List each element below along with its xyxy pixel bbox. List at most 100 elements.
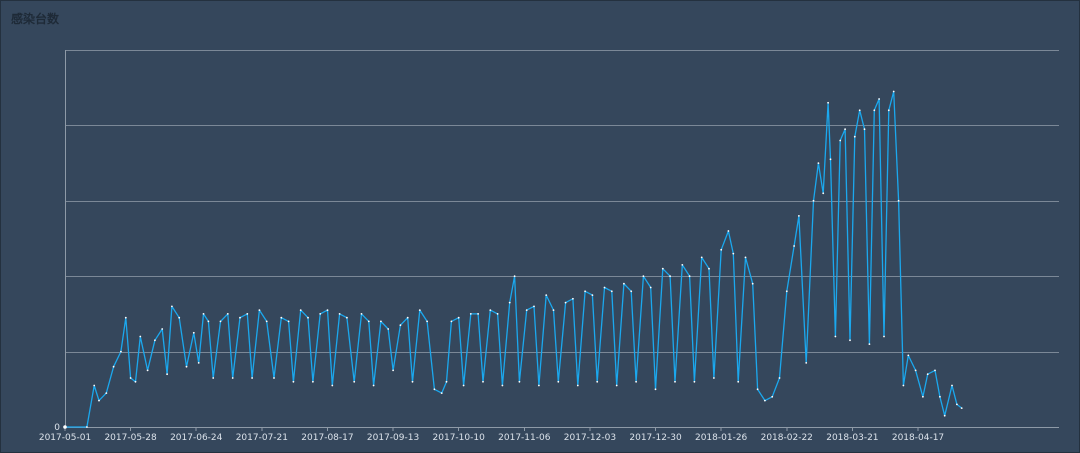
data-point [331, 384, 334, 387]
data-point [839, 139, 842, 142]
data-point [610, 290, 613, 293]
data-point [926, 373, 929, 376]
data-point [829, 158, 832, 161]
x-tick-label: 2018-01-26 [695, 433, 748, 443]
x-tick-label: 2017-09-13 [367, 433, 419, 443]
data-point [246, 313, 249, 315]
data-point [956, 403, 958, 406]
origin-point [63, 425, 67, 429]
x-tick-label: 2017-10-10 [433, 433, 486, 443]
data-point [287, 320, 290, 323]
data-point [411, 380, 414, 383]
data-point [280, 316, 283, 319]
data-point [161, 328, 164, 330]
data-point [863, 128, 866, 131]
data-point [868, 343, 871, 345]
data-point [440, 392, 443, 394]
data-point [120, 350, 122, 353]
data-point [887, 109, 890, 112]
data-point [737, 380, 740, 383]
x-tick-label: 2017-08-17 [301, 433, 353, 443]
data-point [756, 388, 759, 391]
data-point [265, 320, 268, 323]
data-point [112, 365, 115, 368]
data-point [939, 395, 941, 398]
data-point [785, 290, 788, 293]
data-point [778, 377, 781, 379]
data-point [798, 215, 800, 217]
data-point [827, 101, 829, 104]
data-point [764, 399, 766, 402]
data-point [406, 316, 409, 319]
data-point [134, 380, 137, 383]
data-point [960, 407, 963, 409]
data-point [649, 286, 652, 289]
data-point [943, 414, 946, 417]
data-point [700, 256, 703, 259]
data-point [572, 297, 574, 300]
data-point [642, 275, 645, 278]
data-point [853, 135, 856, 138]
data-point [822, 192, 825, 195]
data-point [902, 384, 905, 387]
marker-layer [63, 90, 963, 429]
data-point [450, 320, 453, 323]
data-point [907, 354, 910, 357]
data-point [372, 384, 375, 387]
data-point [482, 380, 484, 383]
data-point [674, 380, 676, 383]
data-point [513, 275, 516, 278]
data-point [171, 305, 173, 308]
data-point [508, 301, 511, 304]
x-tick-label: 2017-12-03 [564, 433, 616, 443]
data-point [93, 384, 96, 387]
data-point [858, 109, 861, 112]
data-point [338, 313, 341, 315]
data-point [693, 380, 696, 383]
data-point [154, 339, 156, 342]
data-point [533, 305, 535, 308]
data-point [501, 384, 504, 387]
data-point [299, 309, 302, 311]
data-point [892, 90, 895, 93]
data-point [744, 256, 747, 259]
data-point [124, 316, 127, 319]
x-tick-label: 2017-12-30 [629, 433, 682, 443]
data-point [654, 388, 657, 391]
data-point [139, 335, 142, 338]
x-tick-label: 2018-02-22 [761, 433, 813, 443]
data-point [387, 328, 390, 330]
data-point [732, 252, 735, 255]
x-tick-label: 2017-05-01 [39, 433, 91, 443]
data-point [897, 199, 900, 202]
data-point [496, 313, 499, 315]
label-layer: 2017-05-01 2017-05-28 2017-06-24 2017-07-21… [39, 423, 944, 443]
data-point [849, 339, 851, 342]
data-point [146, 369, 149, 372]
x-tick-label: 2017-07-21 [236, 433, 288, 443]
data-point [212, 377, 215, 379]
data-point [353, 380, 356, 383]
data-point [545, 294, 548, 296]
data-point [623, 282, 625, 285]
data-point [934, 369, 936, 372]
grid-layer [65, 50, 1059, 353]
data-point [576, 384, 579, 387]
data-point [615, 384, 618, 387]
x-tick-label: 2018-03-21 [826, 433, 878, 443]
data-point [681, 264, 684, 266]
line-chart: 2017-05-01 2017-05-28 2017-06-24 2017-07-21… [39, 50, 1059, 443]
chart-panel: 感染台数 2017-05-01 2017-05-28 2017-06-24 2017-… [0, 0, 1080, 453]
y-tick-label: 0 [54, 423, 60, 433]
data-point [192, 331, 195, 334]
x-tick-label: 2018-04-17 [892, 433, 944, 443]
data-point [273, 377, 275, 379]
data-point [258, 309, 261, 311]
data-point [312, 380, 314, 383]
data-point [457, 316, 460, 319]
data-point [129, 377, 132, 379]
data-point [878, 98, 880, 100]
data-point [98, 399, 100, 402]
x-tick-label: 2017-06-24 [170, 433, 223, 443]
data-point [630, 290, 633, 293]
